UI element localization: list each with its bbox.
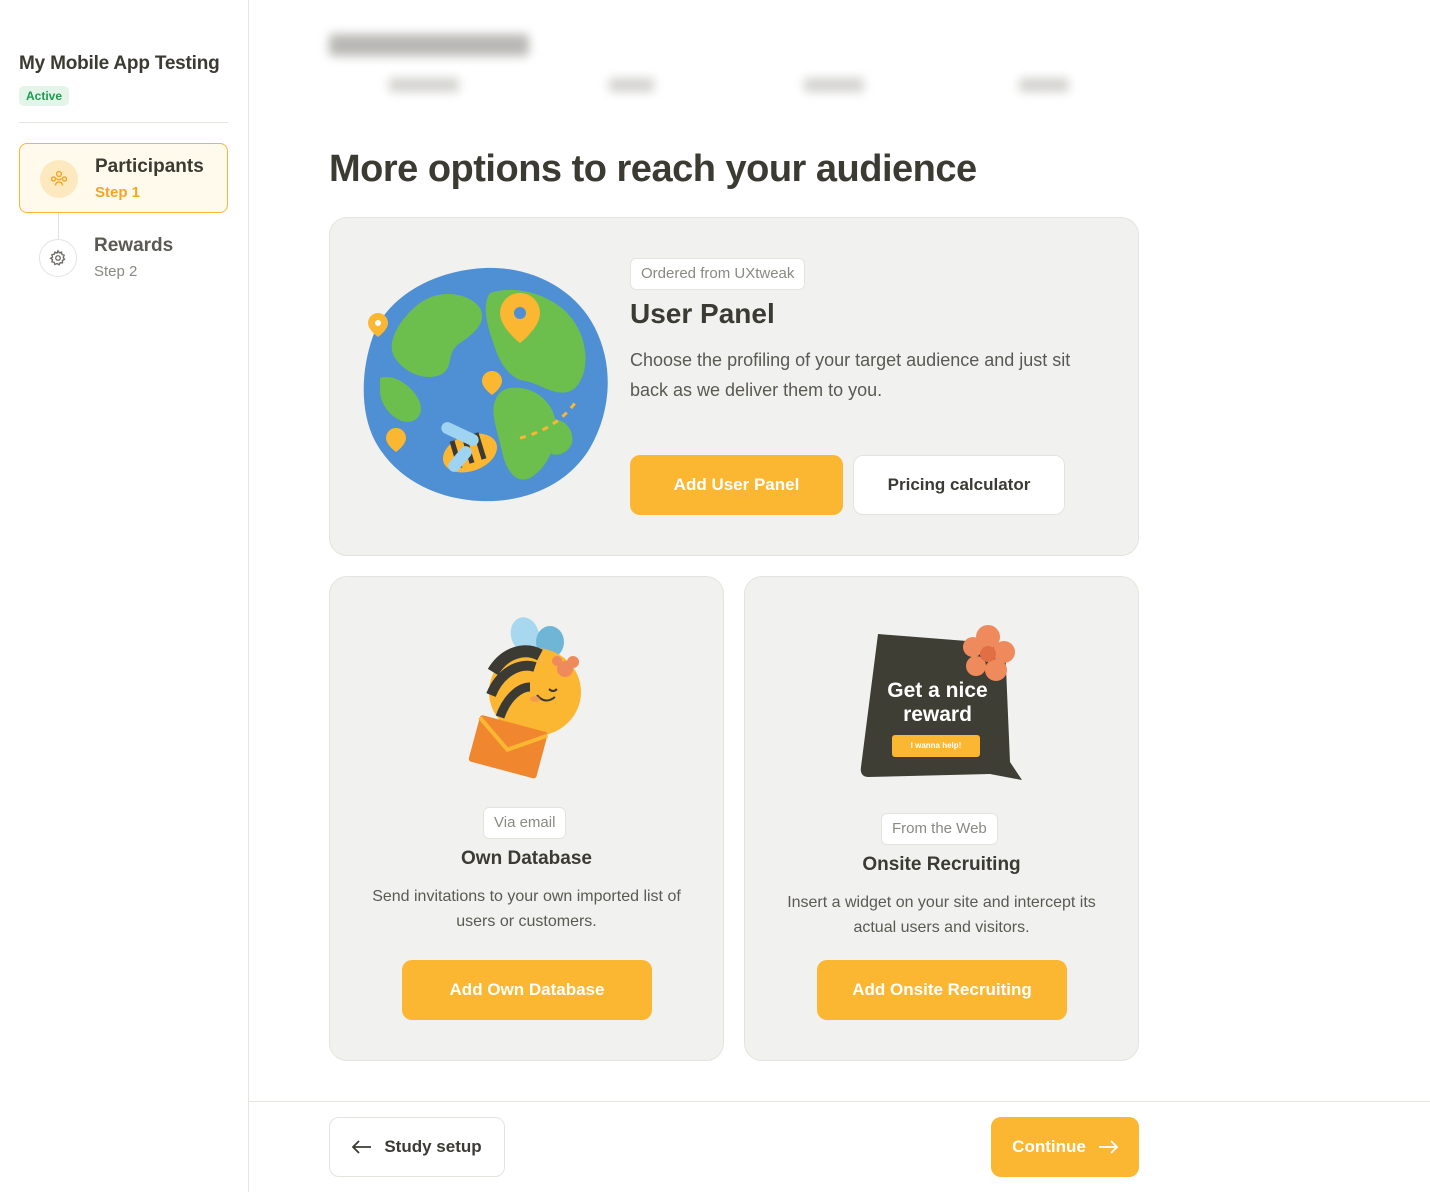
add-onsite-recruiting-button[interactable]: Add Onsite Recruiting: [817, 960, 1067, 1020]
back-study-setup-button[interactable]: Study setup: [329, 1117, 505, 1177]
onsite-title: Onsite Recruiting: [862, 854, 1021, 875]
add-user-panel-button[interactable]: Add User Panel: [630, 455, 843, 515]
page-title: More options to reach your audience: [329, 148, 977, 190]
arrow-right-icon: [1098, 1140, 1118, 1154]
user-panel-title: User Panel: [630, 298, 775, 329]
own-database-title: Own Database: [461, 848, 592, 869]
bee-mail-illustration: [468, 617, 581, 779]
step-rewards-label: Rewards: [94, 235, 174, 256]
arrow-left-icon: [352, 1140, 372, 1154]
user-panel-description: Choose the profiling of your target audi…: [630, 350, 1071, 400]
add-own-database-button[interactable]: Add Own Database: [402, 960, 652, 1020]
reward-widget-text: Get a nice reward: [887, 679, 988, 726]
onsite-recruiting-card: Get a nice reward I wanna help! From the…: [744, 576, 1139, 1061]
study-title: My Mobile App Testing: [19, 53, 220, 74]
status-badge: Active: [19, 86, 70, 106]
blurred-title: [329, 34, 529, 56]
step-rewards-sub: Step 2: [94, 263, 138, 280]
footer-divider: [249, 1101, 1430, 1102]
back-button-label: Study setup: [384, 1137, 482, 1156]
step-participants-label: Participants: [95, 156, 204, 177]
people-icon: [40, 160, 78, 198]
blurred-tab: [609, 78, 654, 92]
blurred-tab: [1019, 78, 1069, 92]
continue-button[interactable]: Continue: [991, 1117, 1139, 1177]
step-rewards[interactable]: Rewards Step 2: [19, 223, 228, 293]
continue-button-label: Continue: [1012, 1137, 1086, 1156]
own-database-card: Via email Own Database Send invitations …: [329, 576, 724, 1061]
user-panel-tag: Ordered from UXtweak: [630, 258, 806, 290]
own-database-description: Send invitations to your own imported li…: [372, 888, 681, 930]
reward-widget-button: I wanna help!: [892, 735, 980, 757]
onsite-tag: From the Web: [881, 813, 998, 845]
gear-icon: [39, 239, 77, 277]
own-database-tag: Via email: [483, 807, 567, 839]
reward-widget-illustration: Get a nice reward I wanna help!: [860, 622, 1030, 782]
user-panel-card: Ordered from UXtweak User Panel Choose t…: [329, 217, 1139, 556]
blurred-tab: [389, 78, 459, 92]
sidebar: My Mobile App Testing Active Participant…: [0, 0, 249, 1192]
blurred-header: [329, 28, 1149, 108]
globe-illustration: [363, 267, 608, 502]
pricing-calculator-button[interactable]: Pricing calculator: [853, 455, 1065, 515]
onsite-description: Insert a widget on your site and interce…: [787, 894, 1096, 936]
blurred-tab: [804, 78, 864, 92]
step-participants[interactable]: Participants Step 1: [19, 143, 228, 213]
step-participants-sub: Step 1: [95, 184, 141, 201]
sidebar-divider: [19, 122, 228, 123]
